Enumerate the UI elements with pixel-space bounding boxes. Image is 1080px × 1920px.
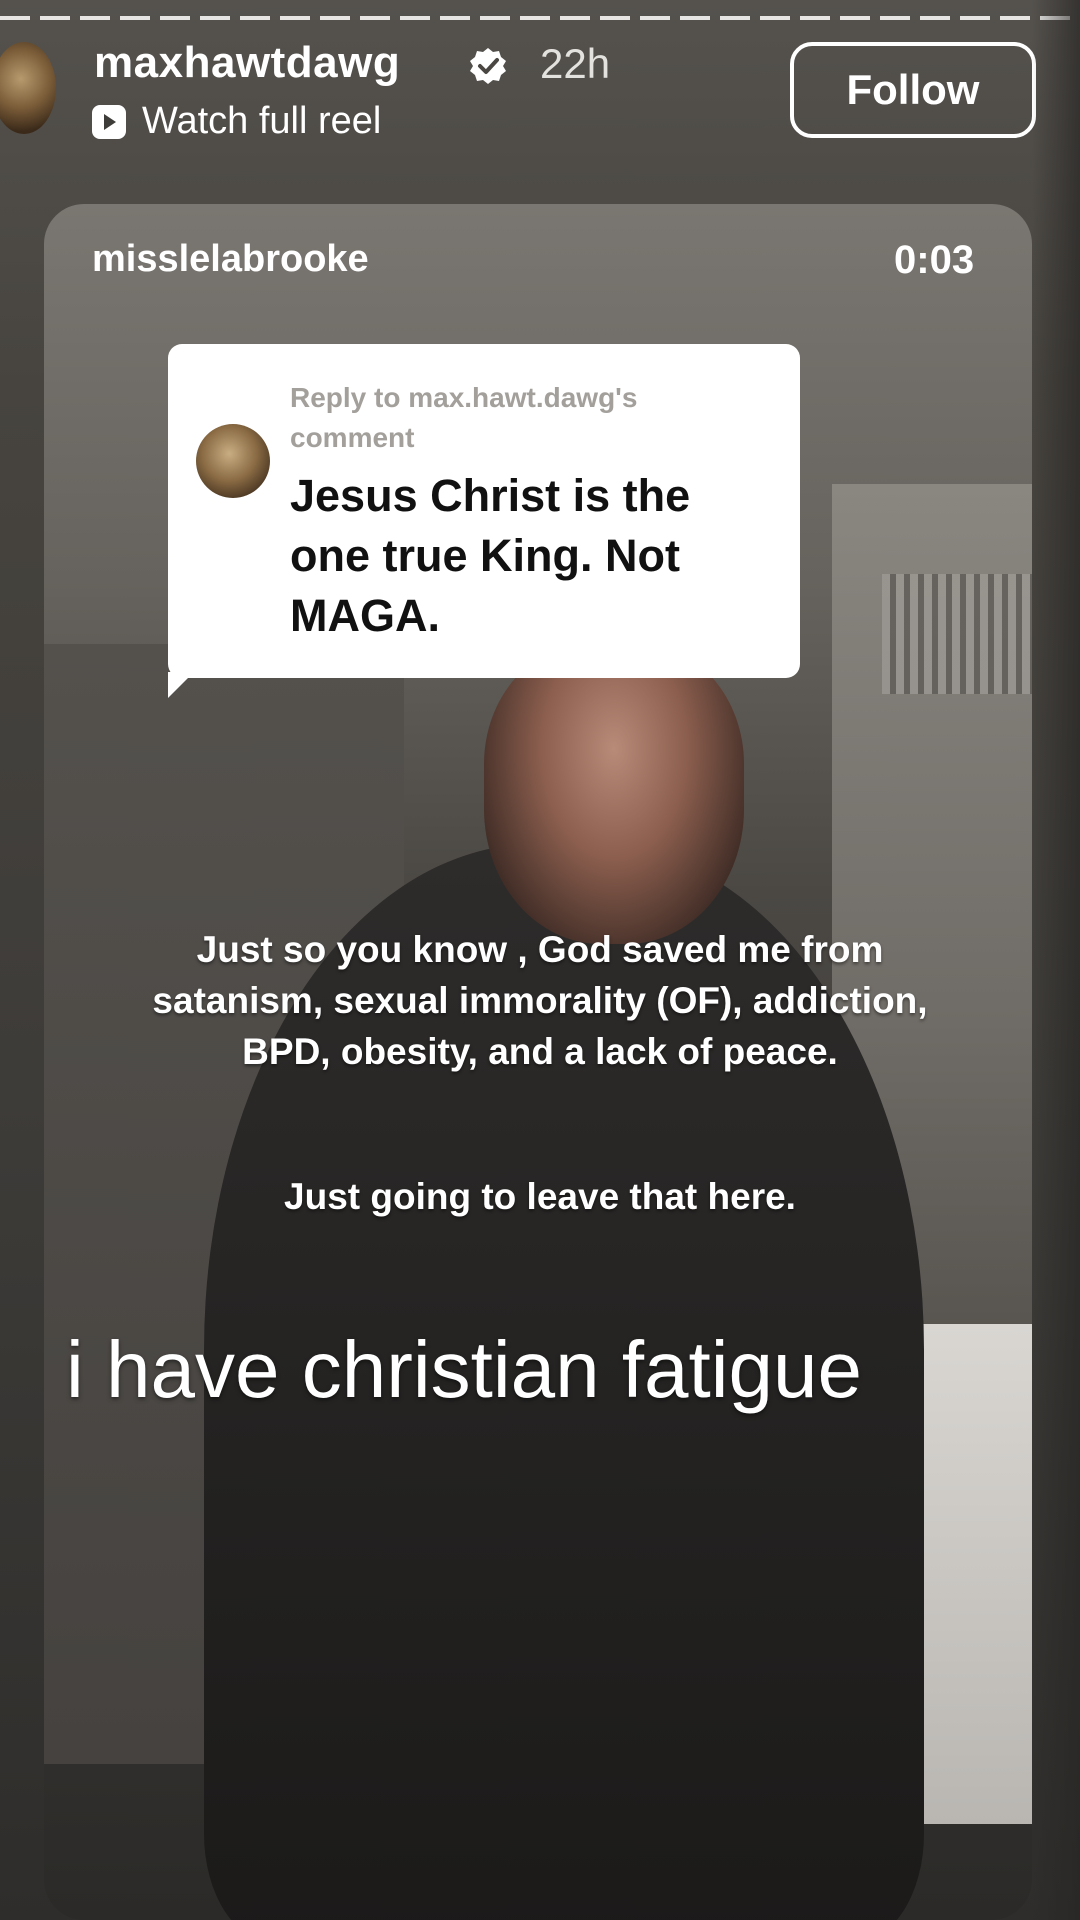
reply-comment-meta: Reply to max.hawt.dawg's comment (290, 382, 638, 453)
person-head (484, 644, 744, 944)
reel-creator-username[interactable]: misslelabrooke (92, 238, 369, 281)
username[interactable]: maxhawtdawg (94, 38, 400, 88)
avatar[interactable] (0, 42, 56, 134)
story-caption: i have christian fatigue (66, 1325, 863, 1414)
background-vent (882, 574, 1032, 694)
story-screen: maxhawtdawg 22h Watch full reel Follow m… (0, 0, 1080, 1920)
watch-full-reel-link[interactable]: Watch full reel (92, 100, 381, 143)
watch-full-reel-label: Watch full reel (142, 100, 382, 142)
story-progress-bar (0, 16, 1080, 20)
edge-shade (1032, 0, 1080, 1920)
reply-comment-text: Jesus Christ is the one true King. Not M… (290, 470, 691, 641)
reply-comment-tail (168, 672, 194, 698)
play-icon (92, 104, 126, 139)
post-timestamp: 22h (540, 40, 611, 87)
reply-comment-avatar (196, 424, 270, 498)
follow-button[interactable]: Follow (790, 42, 1036, 138)
reel-elapsed-time: 0:03 (894, 238, 975, 282)
verified-badge-icon (470, 48, 506, 84)
video-text-overlay-secondary: Just going to leave that here. (284, 1176, 796, 1217)
video-text-overlay: Just so you know , God saved me from sat… (152, 929, 928, 1072)
